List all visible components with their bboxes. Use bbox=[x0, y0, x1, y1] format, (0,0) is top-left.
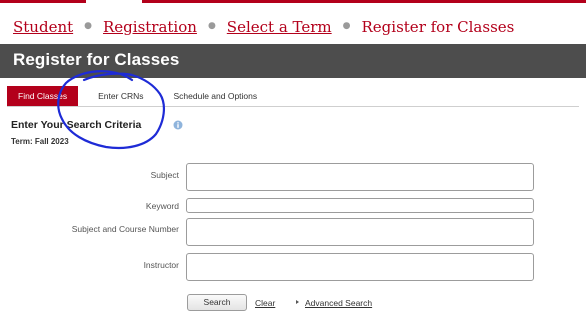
course-number-label: Subject and Course Number bbox=[71, 224, 179, 234]
info-icon[interactable] bbox=[173, 120, 183, 130]
search-criteria-heading: Enter Your Search Criteria bbox=[11, 119, 142, 131]
subject-input[interactable] bbox=[186, 163, 534, 191]
instructor-label: Instructor bbox=[143, 260, 179, 270]
subject-label: Subject bbox=[150, 170, 179, 180]
tab-divider bbox=[7, 106, 579, 107]
breadcrumb-separator: ● bbox=[207, 21, 216, 31]
tab-enter-crns[interactable]: Enter CRNs bbox=[88, 86, 153, 106]
keyword-label: Keyword bbox=[145, 201, 179, 211]
breadcrumb-current: Register for Classes bbox=[361, 18, 515, 36]
instructor-input[interactable] bbox=[186, 253, 534, 281]
advanced-search-link[interactable]: Advanced Search bbox=[305, 298, 372, 308]
triangle-right-icon bbox=[296, 300, 299, 304]
page-title: Register for Classes bbox=[13, 50, 180, 69]
tab-find-classes[interactable]: Find Classes bbox=[7, 86, 79, 106]
page-header: Register for Classes bbox=[0, 44, 586, 78]
search-button[interactable]: Search bbox=[187, 294, 247, 311]
breadcrumb-student[interactable]: Student bbox=[13, 18, 73, 36]
course-number-input[interactable] bbox=[186, 218, 534, 246]
breadcrumb-registration[interactable]: Registration bbox=[103, 18, 197, 36]
breadcrumb-separator: ● bbox=[84, 21, 92, 31]
breadcrumb-select-term[interactable]: Select a Term bbox=[227, 18, 332, 36]
selected-term: Term: Fall 2023 bbox=[11, 137, 69, 146]
tab-bar: Find Classes Enter CRNs Schedule and Opt… bbox=[7, 86, 267, 106]
keyword-input[interactable] bbox=[186, 198, 534, 213]
clear-link[interactable]: Clear bbox=[255, 298, 275, 308]
breadcrumb: Student ● Registration ● Select a Term ●… bbox=[13, 16, 514, 38]
top-accent-line bbox=[0, 0, 586, 8]
tab-schedule-and-options[interactable]: Schedule and Options bbox=[163, 86, 267, 106]
breadcrumb-separator: ● bbox=[342, 21, 351, 31]
